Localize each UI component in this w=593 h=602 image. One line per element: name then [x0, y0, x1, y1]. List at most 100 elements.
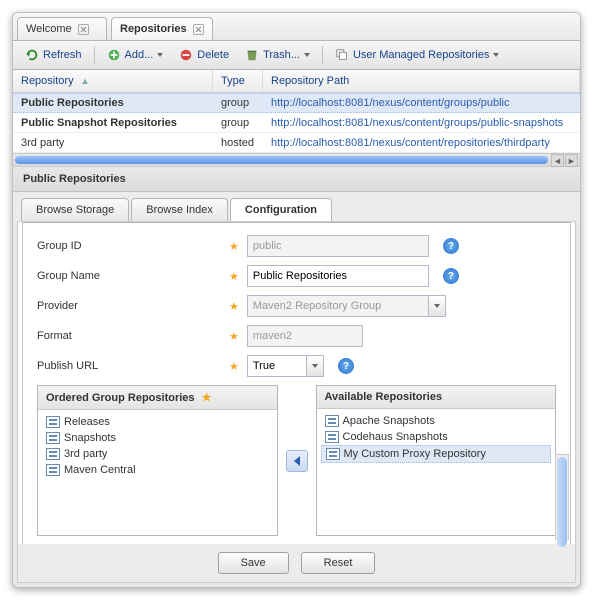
user-managed-button[interactable]: User Managed Repositories	[329, 46, 505, 64]
label-format: Format	[37, 330, 217, 342]
cell-path[interactable]: http://localhost:8081/nexus/content/grou…	[263, 94, 580, 112]
cell-type: group	[213, 114, 263, 132]
available-repositories-box: Available Repositories Apache Snapshots C…	[316, 385, 557, 536]
list-item[interactable]: Maven Central	[42, 462, 273, 478]
close-icon[interactable]	[193, 24, 204, 35]
sort-asc-icon: ▲	[81, 76, 90, 86]
cell-type: hosted	[213, 134, 263, 152]
form-buttons: Save Reset	[18, 544, 575, 582]
repository-icon	[46, 432, 60, 444]
tab-welcome[interactable]: Welcome	[17, 17, 107, 40]
list-item-label: Apache Snapshots	[343, 415, 435, 427]
table-row[interactable]: Public Repositoriesgrouphttp://localhost…	[13, 93, 580, 113]
repository-grid: Repository ▲ Type Repository Path Public…	[13, 70, 580, 166]
help-icon[interactable]: ?	[443, 238, 459, 254]
list-item[interactable]: Releases	[42, 414, 273, 430]
list-item[interactable]: 3rd party	[42, 446, 273, 462]
required-icon: ★	[229, 300, 239, 313]
horizontal-scrollbar[interactable]: ◄ ►	[13, 153, 580, 166]
trash-label: Trash...	[263, 49, 300, 61]
publish-url-dropdown-button[interactable]	[307, 355, 324, 377]
list-item[interactable]: Snapshots	[42, 430, 273, 446]
grid-header: Repository ▲ Type Repository Path	[13, 70, 580, 93]
cell-path[interactable]: http://localhost:8081/nexus/content/repo…	[263, 134, 580, 152]
tab-welcome-label: Welcome	[26, 23, 72, 35]
add-button[interactable]: Add...	[101, 46, 170, 64]
scroll-left-button[interactable]: ◄	[551, 154, 564, 167]
table-row[interactable]: Public Snapshot Repositoriesgrouphttp://…	[13, 113, 580, 133]
required-icon: ★	[229, 360, 239, 373]
scroll-right-button[interactable]: ►	[565, 154, 578, 167]
label-group-id: Group ID	[37, 240, 217, 252]
user-managed-label: User Managed Repositories	[353, 49, 489, 61]
provider-select[interactable]	[247, 295, 429, 317]
repository-icon	[46, 464, 60, 476]
main-tabstrip: Welcome Repositories	[13, 13, 580, 41]
add-icon	[107, 48, 121, 62]
configuration-form: Group ID ★ ? Group Name ★ ? Provider ★ F…	[22, 222, 571, 544]
cell-name: Public Repositories	[13, 94, 213, 112]
list-item[interactable]: Apache Snapshots	[321, 413, 552, 429]
repository-icon	[46, 416, 60, 428]
ordered-repositories-box: Ordered Group Repositories ★ ReleasesSna…	[37, 385, 278, 536]
delete-label: Delete	[197, 49, 229, 61]
format-field[interactable]	[247, 325, 363, 347]
cell-name: Public Snapshot Repositories	[13, 114, 213, 132]
delete-button[interactable]: Delete	[173, 46, 235, 64]
required-icon: ★	[229, 240, 239, 253]
tab-repositories-label: Repositories	[120, 23, 187, 35]
group-name-field[interactable]	[247, 265, 429, 287]
repository-shuttle: Ordered Group Repositories ★ ReleasesSna…	[37, 385, 556, 536]
cell-path[interactable]: http://localhost:8081/nexus/content/grou…	[263, 114, 580, 132]
save-button[interactable]: Save	[218, 552, 289, 574]
toolbar: Refresh Add... Delete Trash...	[13, 41, 580, 70]
trash-button[interactable]: Trash...	[239, 46, 316, 64]
column-repository-label: Repository	[21, 75, 74, 87]
list-item[interactable]: My Custom Proxy Repository	[321, 445, 552, 463]
arrow-left-icon	[294, 456, 300, 466]
required-icon: ★	[202, 392, 212, 404]
help-icon[interactable]: ?	[338, 358, 354, 374]
vertical-scrollbar[interactable]	[555, 454, 569, 540]
refresh-icon	[25, 48, 39, 62]
provider-dropdown-button[interactable]	[429, 295, 446, 317]
cell-type: group	[213, 94, 263, 112]
required-icon: ★	[229, 330, 239, 343]
scrollbar-thumb[interactable]	[15, 156, 548, 164]
tab-repositories[interactable]: Repositories	[111, 17, 213, 40]
list-item-label: My Custom Proxy Repository	[344, 448, 486, 460]
detail-tabstrip: Browse Storage Browse Index Configuratio…	[13, 192, 580, 221]
column-path[interactable]: Repository Path	[263, 70, 580, 92]
available-repositories-title: Available Repositories	[317, 386, 556, 409]
tab-browse-index[interactable]: Browse Index	[131, 198, 228, 221]
list-item-label: 3rd party	[64, 448, 107, 460]
list-item[interactable]: Codehaus Snapshots	[321, 429, 552, 445]
tab-configuration[interactable]: Configuration	[230, 198, 332, 221]
reset-button[interactable]: Reset	[301, 552, 376, 574]
column-repository[interactable]: Repository ▲	[13, 70, 213, 92]
group-id-field[interactable]	[247, 235, 429, 257]
delete-icon	[179, 48, 193, 62]
scrollbar-thumb[interactable]	[557, 457, 567, 547]
close-icon[interactable]	[78, 24, 89, 35]
repository-icon	[46, 448, 60, 460]
list-item-label: Maven Central	[64, 464, 136, 476]
column-type[interactable]: Type	[213, 70, 263, 92]
table-row[interactable]: 3rd partyhostedhttp://localhost:8081/nex…	[13, 133, 580, 153]
label-publish-url: Publish URL	[37, 360, 217, 372]
repository-icon	[325, 431, 339, 443]
tab-browse-storage[interactable]: Browse Storage	[21, 198, 129, 221]
cell-name: 3rd party	[13, 134, 213, 152]
trash-icon	[245, 48, 259, 62]
help-icon[interactable]: ?	[443, 268, 459, 284]
publish-url-select[interactable]	[247, 355, 307, 377]
detail-panel-title: Public Repositories	[13, 166, 580, 192]
list-item-label: Snapshots	[64, 432, 116, 444]
move-left-button[interactable]	[286, 450, 308, 472]
required-icon: ★	[229, 270, 239, 283]
refresh-button[interactable]: Refresh	[19, 46, 88, 64]
chevron-down-icon	[493, 53, 499, 57]
label-group-name: Group Name	[37, 270, 217, 282]
repositories-icon	[335, 48, 349, 62]
chevron-down-icon	[304, 53, 310, 57]
